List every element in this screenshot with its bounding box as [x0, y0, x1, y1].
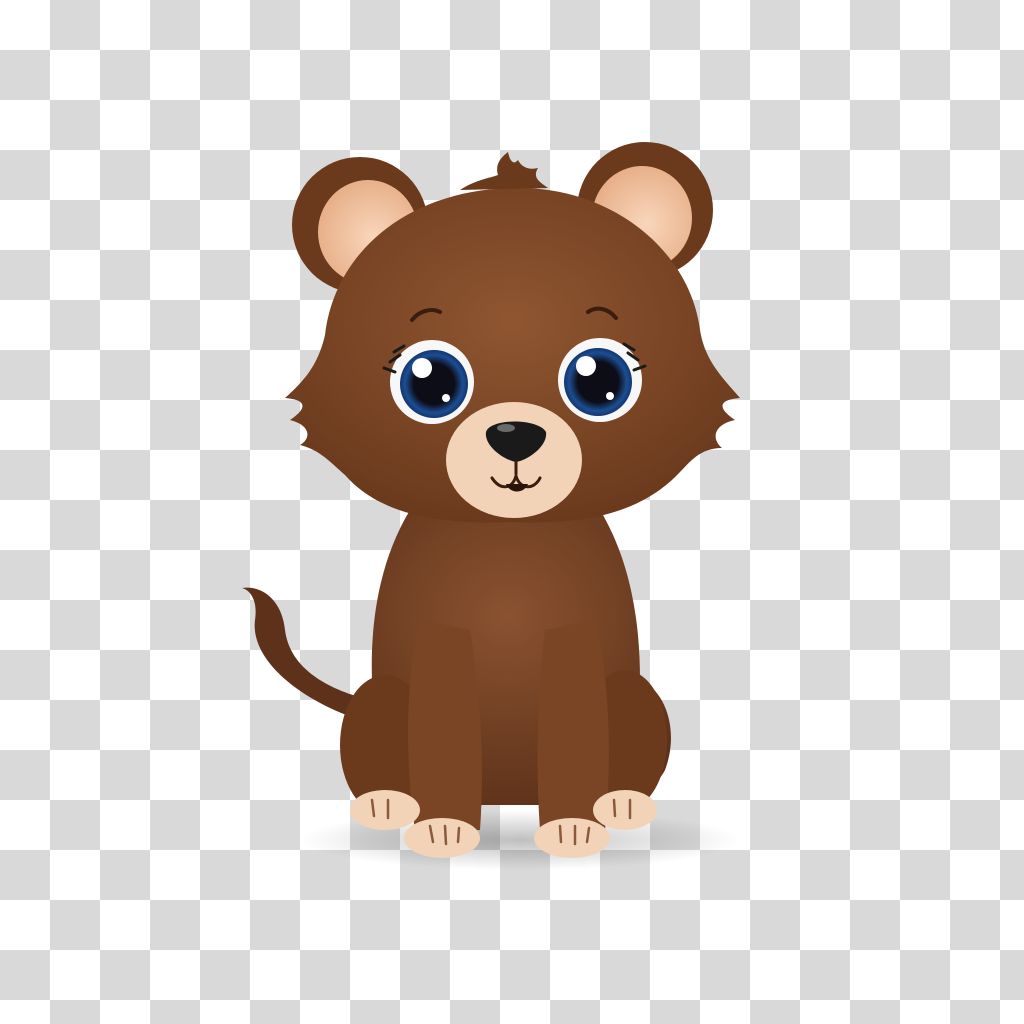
right-back-paw: [593, 790, 657, 830]
left-front-paw: [404, 818, 480, 858]
hair-tuft: [460, 152, 548, 190]
right-front-paw: [534, 818, 610, 858]
nose-highlight: [497, 424, 515, 432]
left-front-leg: [408, 620, 482, 830]
left-back-paw: [350, 790, 420, 830]
image-canvas: [0, 0, 1024, 1024]
right-front-leg: [537, 620, 609, 830]
bear-cub-illustration: [242, 142, 740, 870]
